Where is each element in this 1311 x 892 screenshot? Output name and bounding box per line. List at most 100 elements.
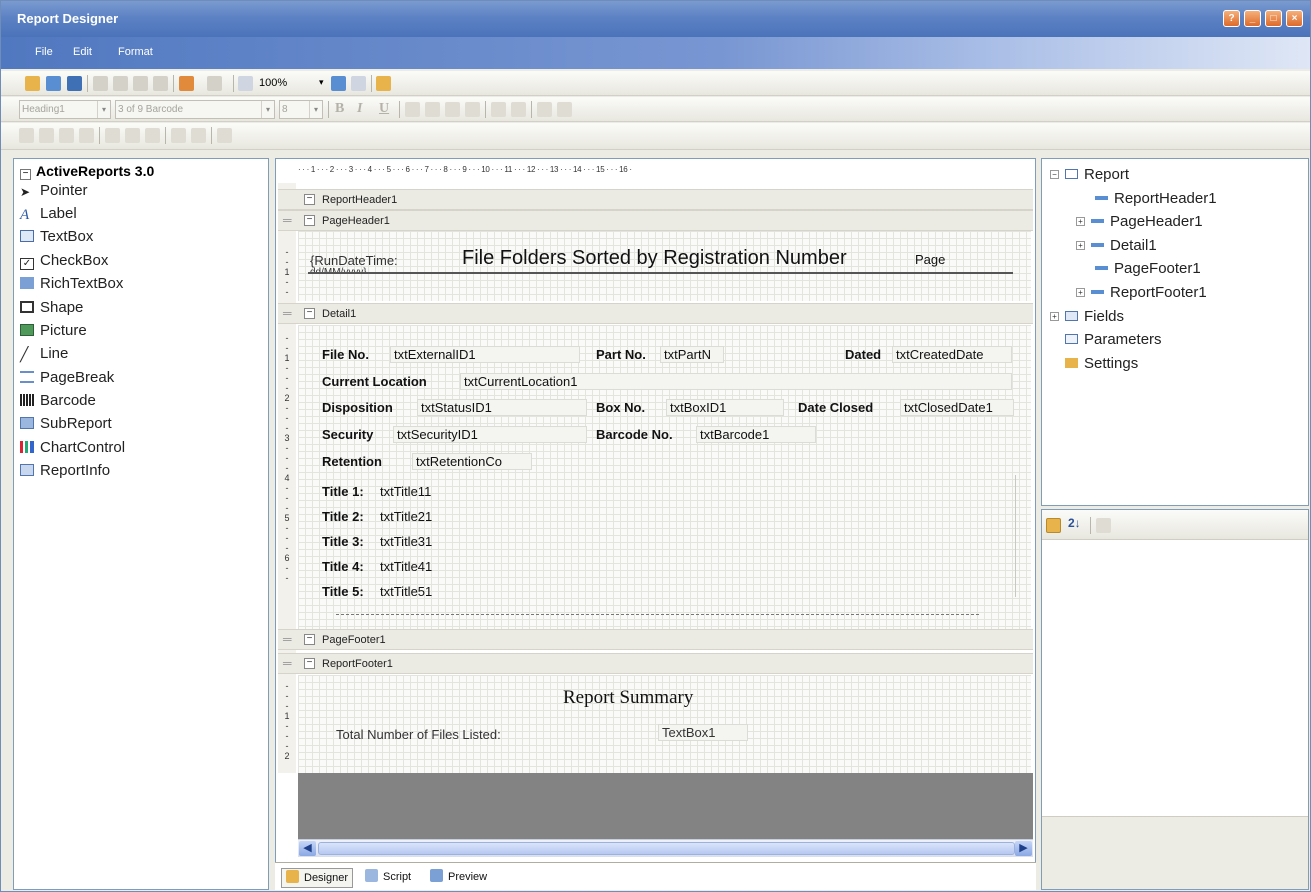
- band-page-header[interactable]: ═ − PageHeader1: [278, 210, 1033, 231]
- tree-node-detail1[interactable]: + Detail1: [1076, 237, 1157, 254]
- toolbox-item-pagebreak[interactable]: PageBreak: [20, 369, 114, 391]
- zoom-dropdown-icon[interactable]: ▾: [319, 77, 324, 88]
- undo-icon[interactable]: [179, 76, 194, 91]
- zoom-in-icon[interactable]: [331, 76, 346, 91]
- align-tops-icon[interactable]: [79, 128, 94, 143]
- dated-label[interactable]: Dated: [845, 347, 881, 362]
- toolbox-item-label[interactable]: A Label: [20, 205, 77, 227]
- save-icon[interactable]: [67, 76, 82, 91]
- title-4-textbox[interactable]: txtTitle41: [380, 559, 432, 574]
- same-height-icon[interactable]: [171, 128, 186, 143]
- cut-icon[interactable]: [93, 76, 108, 91]
- find-icon[interactable]: [351, 76, 366, 91]
- location-textbox[interactable]: txtCurrentLocation1: [460, 373, 1012, 390]
- report-settings-icon[interactable]: [376, 76, 391, 91]
- align-rights-icon[interactable]: [59, 128, 74, 143]
- band-report-header[interactable]: − ReportHeader1: [278, 189, 1033, 210]
- justify-icon[interactable]: [465, 102, 480, 117]
- title-5-label[interactable]: Title 5:: [322, 584, 364, 599]
- toolbox-item-pointer[interactable]: ➤ Pointer: [20, 182, 88, 204]
- detail-separator-line[interactable]: [336, 614, 979, 616]
- retention-textbox[interactable]: txtRetentionCo: [412, 453, 532, 470]
- menu-file[interactable]: File: [35, 46, 53, 58]
- categorized-icon[interactable]: [1046, 518, 1061, 533]
- toolbox-item-chartcontrol[interactable]: ChartControl: [20, 439, 125, 461]
- zoom-level[interactable]: 100%: [259, 77, 287, 89]
- font-size-combo[interactable]: 8 ▾: [279, 100, 323, 119]
- toolbox-item-reportinfo[interactable]: ReportInfo: [20, 462, 110, 484]
- tree-node-parameters[interactable]: Parameters: [1065, 331, 1162, 348]
- tab-order-icon[interactable]: [217, 128, 232, 143]
- highlight-icon[interactable]: [537, 102, 552, 117]
- expand-icon[interactable]: +: [1076, 241, 1085, 250]
- align-right-icon[interactable]: [445, 102, 460, 117]
- align-centers-icon[interactable]: [39, 128, 54, 143]
- help-button[interactable]: ?: [1223, 10, 1240, 27]
- maximize-button[interactable]: □: [1265, 10, 1282, 27]
- total-files-label[interactable]: Total Number of Files Listed:: [336, 727, 501, 742]
- collapse-icon[interactable]: −: [304, 308, 315, 319]
- underline-button[interactable]: U: [379, 101, 389, 117]
- toolbox-item-checkbox[interactable]: ✓ CheckBox: [20, 252, 108, 274]
- align-lefts-icon[interactable]: [19, 128, 34, 143]
- close-button[interactable]: ×: [1286, 10, 1303, 27]
- toolbox-item-richtextbox[interactable]: RichTextBox: [20, 275, 123, 297]
- minimize-button[interactable]: _: [1244, 10, 1261, 27]
- style-combo[interactable]: Heading1 ▾: [19, 100, 111, 119]
- retention-label[interactable]: Retention: [322, 454, 382, 469]
- property-pages-icon[interactable]: [1096, 518, 1111, 533]
- toolbox-item-line[interactable]: ╱ Line: [20, 345, 68, 367]
- scroll-right-icon[interactable]: ▶: [1015, 841, 1032, 856]
- new-report-icon[interactable]: [25, 76, 40, 91]
- align-center-icon[interactable]: [425, 102, 440, 117]
- copy-icon[interactable]: [113, 76, 128, 91]
- toolbox-item-shape[interactable]: Shape: [20, 299, 83, 321]
- scroll-left-icon[interactable]: ◀: [299, 841, 316, 856]
- expand-icon[interactable]: +: [1076, 217, 1085, 226]
- band-page-footer[interactable]: ═ − PageFooter1: [278, 629, 1033, 650]
- scrollbar-thumb[interactable]: [318, 842, 1015, 855]
- tree-node-settings[interactable]: Settings: [1065, 355, 1138, 372]
- band-detail[interactable]: ═ − Detail1: [278, 303, 1033, 324]
- title-1-label[interactable]: Title 1:: [322, 484, 364, 499]
- same-width-icon[interactable]: [145, 128, 160, 143]
- tab-designer[interactable]: Designer: [281, 868, 354, 888]
- title-3-textbox[interactable]: txtTitle31: [380, 534, 432, 549]
- report-summary-title[interactable]: Report Summary: [563, 687, 693, 709]
- paste-icon[interactable]: [133, 76, 148, 91]
- tree-node-pagefooter1[interactable]: PageFooter1: [1095, 260, 1201, 277]
- font-color-icon[interactable]: [557, 102, 572, 117]
- disposition-label[interactable]: Disposition: [322, 400, 393, 415]
- report-title[interactable]: File Folders Sorted by Registration Numb…: [462, 247, 847, 270]
- barcode-textbox[interactable]: txtBarcode1: [696, 426, 816, 443]
- date-closed-label[interactable]: Date Closed: [798, 400, 873, 415]
- menu-edit[interactable]: Edit: [73, 46, 92, 58]
- redo-icon[interactable]: [207, 76, 222, 91]
- collapse-icon[interactable]: −: [304, 194, 315, 205]
- date-closed-textbox[interactable]: txtClosedDate1: [900, 399, 1014, 416]
- open-icon[interactable]: [46, 76, 61, 91]
- bold-button[interactable]: B: [335, 101, 344, 117]
- report-footer-section[interactable]: Report Summary Total Number of Files Lis…: [298, 675, 1031, 773]
- security-label[interactable]: Security: [322, 427, 373, 442]
- part-no-label[interactable]: Part No.: [596, 347, 646, 362]
- barcode-no-label[interactable]: Barcode No.: [596, 427, 673, 442]
- horizontal-scrollbar[interactable]: ◀ ▶: [298, 839, 1033, 857]
- title-5-textbox[interactable]: txtTitle51: [380, 584, 432, 599]
- collapse-icon[interactable]: −: [1050, 170, 1059, 179]
- total-files-textbox[interactable]: TextBox1: [658, 724, 748, 741]
- align-bottoms-icon[interactable]: [125, 128, 140, 143]
- file-no-textbox[interactable]: txtExternalID1: [390, 346, 580, 363]
- italic-button[interactable]: I: [357, 101, 362, 117]
- title-4-label[interactable]: Title 4:: [322, 559, 364, 574]
- location-label[interactable]: Current Location: [322, 374, 427, 389]
- tab-preview[interactable]: Preview: [430, 868, 487, 888]
- run-date-field[interactable]: {RunDateTime:: [310, 253, 398, 268]
- align-middles-icon[interactable]: [105, 128, 120, 143]
- font-combo[interactable]: 3 of 9 Barcode ▾: [115, 100, 275, 119]
- title-2-textbox[interactable]: txtTitle21: [380, 509, 432, 524]
- header-rule-line[interactable]: [308, 272, 1013, 274]
- dated-textbox[interactable]: txtCreatedDate: [892, 346, 1012, 363]
- expand-icon[interactable]: +: [1050, 312, 1059, 321]
- menu-format[interactable]: Format: [118, 46, 153, 58]
